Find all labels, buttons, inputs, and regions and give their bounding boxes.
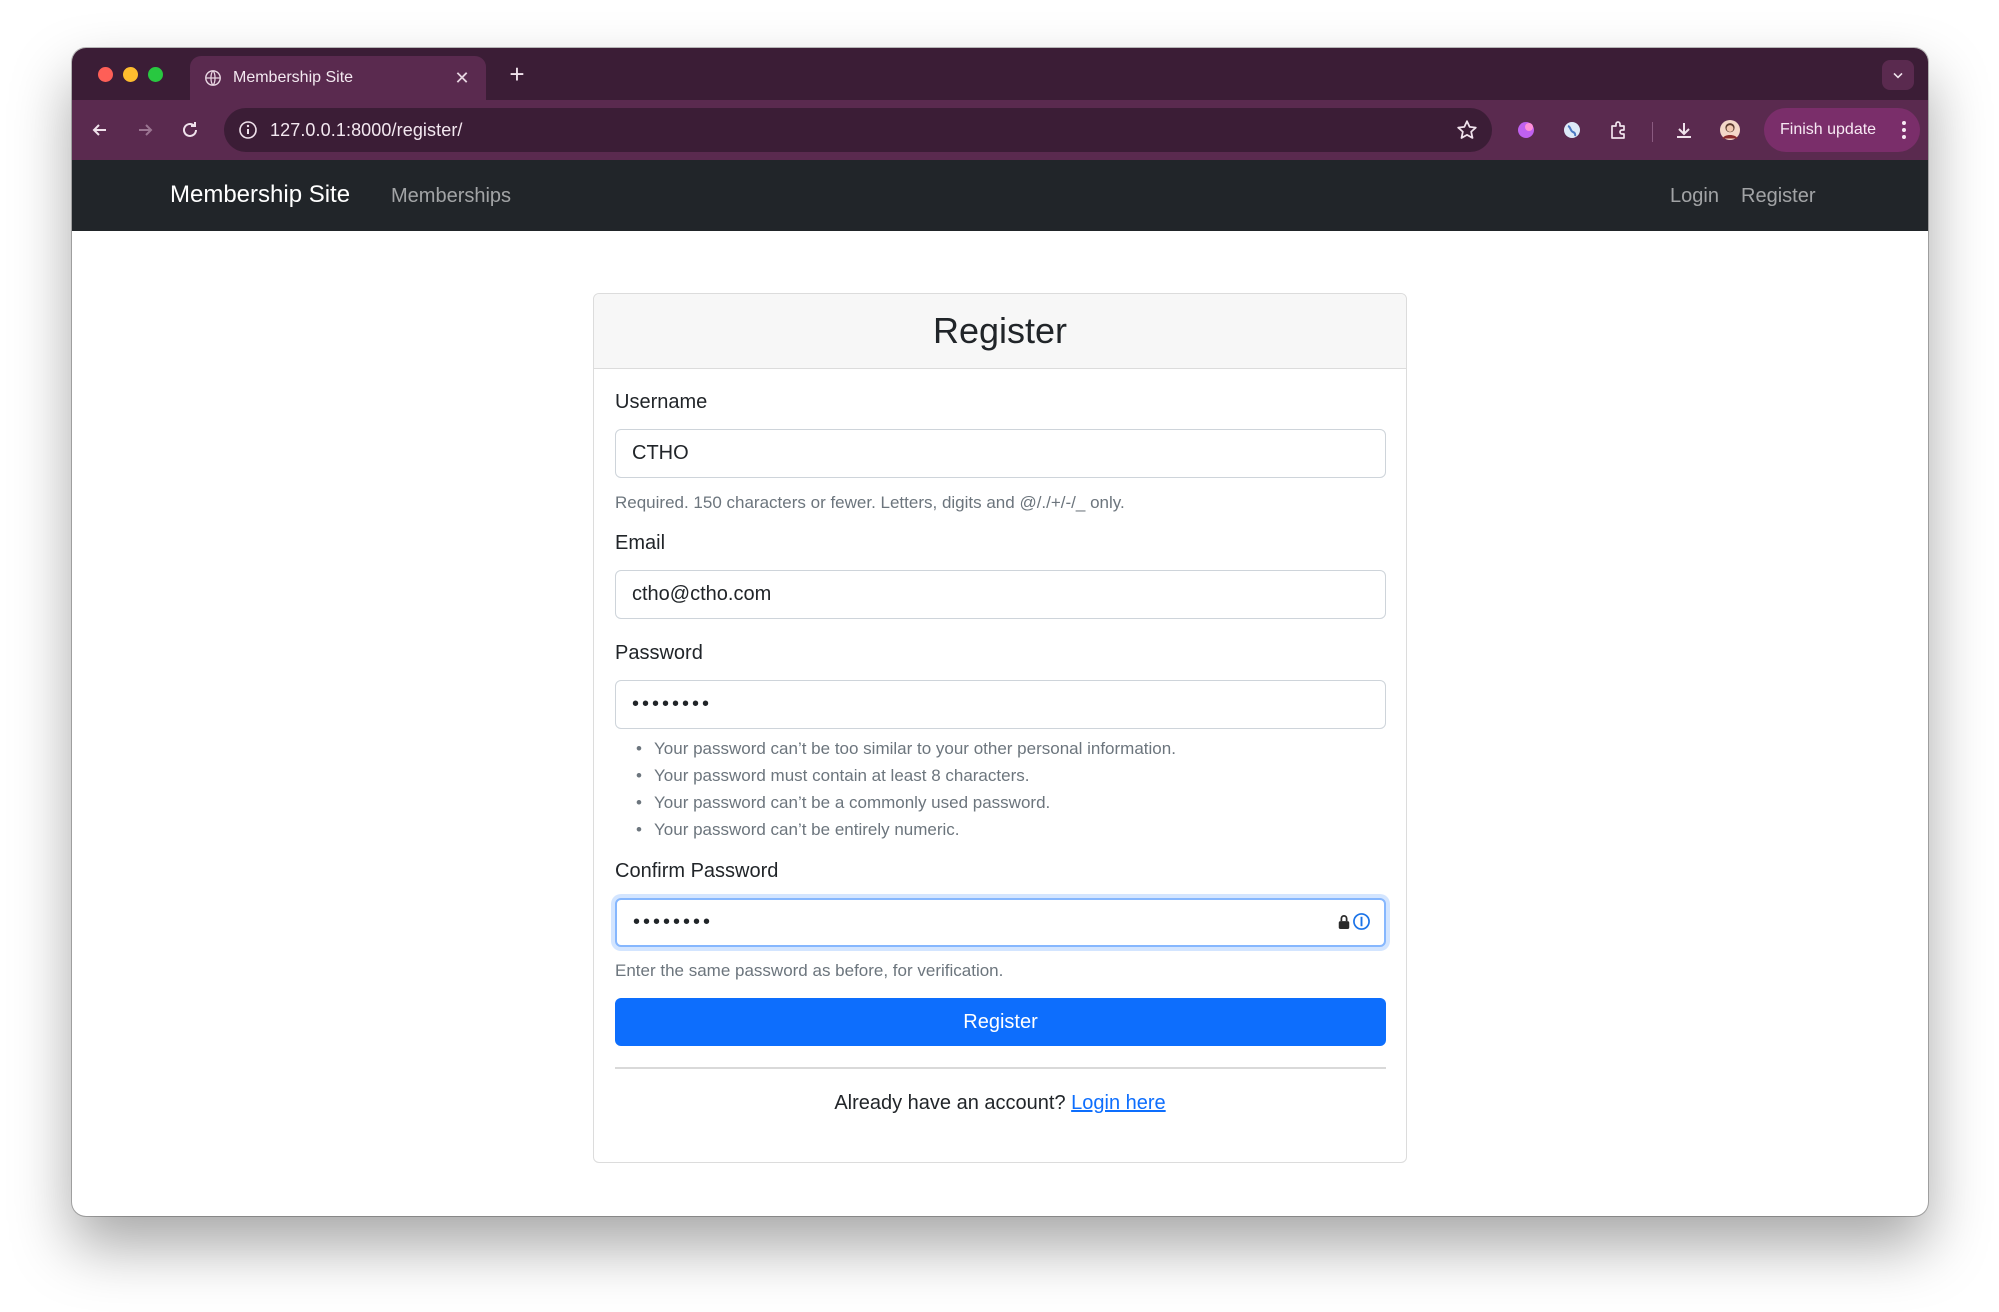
chevron-down-icon xyxy=(1893,72,1903,79)
page-title: Register xyxy=(932,310,1068,351)
back-button[interactable] xyxy=(84,114,116,146)
confirm-password-help-text: Enter the same password as before, for v… xyxy=(615,961,1004,980)
lock-icon xyxy=(1338,914,1350,929)
extension-globe-icon xyxy=(1564,122,1580,138)
forward-button[interactable] xyxy=(129,114,161,146)
list-item: Your password can’t be entirely numeric. xyxy=(636,820,1176,847)
browser-window: Membership Site ✕ + 127.0.0.1:8000/regis… xyxy=(72,48,1928,1216)
extensions-button[interactable] xyxy=(1602,114,1634,146)
browser-tab[interactable]: Membership Site ✕ xyxy=(190,56,486,100)
finish-update-label: Finish update xyxy=(1780,121,1877,138)
login-prompt-text: Already have an account? xyxy=(834,1092,1072,1114)
arrow-right-icon xyxy=(139,124,153,136)
tab-search-button[interactable] xyxy=(1882,60,1914,90)
reload-icon xyxy=(183,122,197,137)
reload-button[interactable] xyxy=(174,114,206,146)
list-item: Your password can’t be a commonly used p… xyxy=(636,793,1176,820)
confirm-password-input[interactable]: •••••••• xyxy=(615,898,1386,947)
globe-icon xyxy=(204,69,222,87)
password-input[interactable]: •••••••• xyxy=(615,680,1386,729)
minimize-window-button[interactable] xyxy=(123,67,138,82)
divider xyxy=(615,1067,1386,1069)
nav-link-memberships[interactable]: Memberships xyxy=(391,185,511,208)
url-text: 127.0.0.1:8000/register/ xyxy=(270,119,463,140)
password-masked-value: •••••••• xyxy=(632,693,713,715)
login-here-link[interactable]: Login here xyxy=(1071,1092,1166,1114)
confirm-password-label: Confirm Password xyxy=(615,860,779,882)
finish-update-button[interactable]: Finish update xyxy=(1764,108,1920,152)
extension-globe-button[interactable] xyxy=(1556,114,1588,146)
confirm-password-masked-value: •••••••• xyxy=(633,911,714,933)
address-bar[interactable]: 127.0.0.1:8000/register/ xyxy=(224,108,1492,152)
list-item: Your password must contain at least 8 ch… xyxy=(636,766,1176,793)
navbar-brand[interactable]: Membership Site xyxy=(170,181,350,209)
register-card: Register Username CTHO Required. 150 cha… xyxy=(593,293,1407,1163)
avatar xyxy=(1720,120,1740,140)
puzzle-icon xyxy=(1611,121,1625,139)
extension-orb-button[interactable] xyxy=(1510,114,1542,146)
password-label: Password xyxy=(615,642,703,664)
password-manager-icon xyxy=(1353,913,1370,930)
card-header: Register xyxy=(594,294,1406,369)
toolbar-separator xyxy=(1652,122,1653,142)
list-item: Your password can’t be too similar to yo… xyxy=(636,739,1176,766)
downloads-button[interactable] xyxy=(1668,114,1700,146)
close-window-button[interactable] xyxy=(98,67,113,82)
close-tab-icon[interactable]: ✕ xyxy=(452,68,472,89)
nav-link-register[interactable]: Register xyxy=(1741,185,1815,208)
tab-strip: Membership Site ✕ + xyxy=(72,48,1928,100)
profile-button[interactable] xyxy=(1714,114,1746,146)
site-info-icon[interactable] xyxy=(236,118,260,142)
email-label: Email xyxy=(615,532,666,554)
extension-orb-icon xyxy=(1518,122,1534,138)
browser-toolbar: 127.0.0.1:8000/register/ Finish update xyxy=(72,100,1928,160)
password-help-list: Your password can’t be too similar to yo… xyxy=(636,739,1176,847)
bookmark-star-icon[interactable] xyxy=(1456,119,1478,141)
site-navbar: Membership Site Memberships Login Regist… xyxy=(72,160,1928,231)
arrow-left-icon xyxy=(92,124,106,136)
username-help-text: Required. 150 characters or fewer. Lette… xyxy=(615,493,1125,512)
email-input[interactable]: ctho@ctho.com xyxy=(615,570,1386,619)
register-submit-button[interactable]: Register xyxy=(615,998,1386,1046)
tab-title: Membership Site xyxy=(233,69,354,86)
login-prompt: Already have an account? Login here xyxy=(594,1092,1406,1115)
nav-link-login[interactable]: Login xyxy=(1670,185,1719,208)
password-manager-icons[interactable] xyxy=(1337,913,1370,930)
new-tab-button[interactable]: + xyxy=(502,60,532,90)
download-icon xyxy=(1677,123,1691,138)
maximize-window-button[interactable] xyxy=(148,67,163,82)
username-label: Username xyxy=(615,391,708,413)
username-input[interactable]: CTHO xyxy=(615,429,1386,478)
more-vertical-icon xyxy=(1902,121,1906,139)
